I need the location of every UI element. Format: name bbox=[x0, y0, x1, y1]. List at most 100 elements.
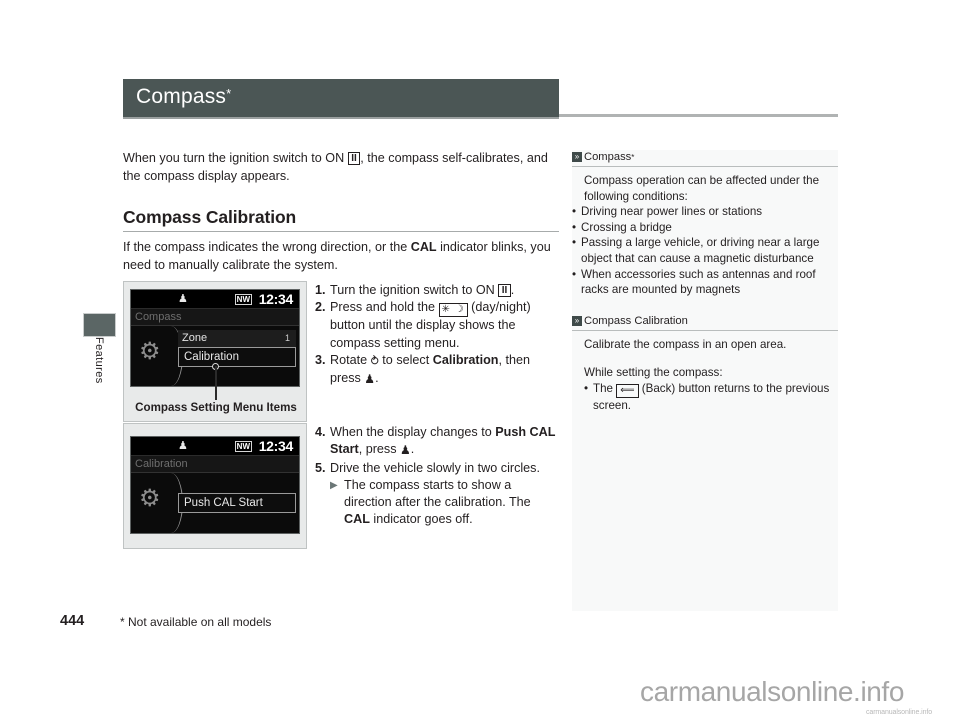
chevron-double-right-icon: » bbox=[572, 315, 582, 326]
sidebar-heading-rule bbox=[572, 329, 838, 331]
step-text: When the display changes to Push CAL Sta… bbox=[330, 424, 559, 460]
step-number: 5. bbox=[315, 460, 326, 475]
steps-list-part-2: 4. When the display changes to Push CAL S… bbox=[315, 424, 559, 529]
figure-caption: Compass Setting Menu Items bbox=[135, 401, 297, 414]
triangle-right-icon: ▶ bbox=[330, 479, 338, 491]
press-selector-knob-icon: ♟ bbox=[364, 372, 376, 387]
list-item-label: When accessories such as antennas and ro… bbox=[581, 267, 816, 297]
watermark: carmanualsonline.info bbox=[640, 676, 904, 707]
device-screen-title-1: Compass bbox=[131, 309, 299, 326]
device-screen-title-2: Calibration bbox=[131, 456, 299, 473]
instruction-substep: ▶ The compass starts to show a direction … bbox=[330, 477, 559, 529]
clock-display-1: 12:34 bbox=[258, 291, 294, 307]
press-selector-knob-icon: ♟ bbox=[400, 443, 411, 458]
list-item-label: Passing a large vehicle, or driving near… bbox=[581, 236, 820, 265]
text-run: When the display changes to bbox=[330, 425, 496, 439]
menu-row-selected[interactable]: Push CAL Start bbox=[178, 493, 296, 513]
page-number: 444 bbox=[60, 613, 85, 629]
text-run: indicator goes off. bbox=[369, 512, 473, 527]
sidebar-intro-compass: Compass operation can be affected under … bbox=[584, 174, 820, 203]
list-item-content: The ⟸ (Back) button returns to the previ… bbox=[593, 381, 838, 414]
bullet-glyph: • bbox=[572, 236, 577, 250]
text-run: . bbox=[375, 371, 379, 386]
figure-caption-area-1: Compass Setting Menu Items bbox=[124, 363, 306, 421]
menu-row[interactable]: Zone 1 bbox=[178, 330, 296, 347]
text-run: , press bbox=[358, 442, 400, 457]
emphasis-text: Calibration bbox=[432, 352, 499, 367]
figure-top-padding bbox=[124, 424, 306, 436]
sidebar-heading-star: * bbox=[631, 152, 635, 162]
text-run: Turn the ignition switch to ON bbox=[330, 283, 499, 297]
figure-top-padding bbox=[124, 282, 306, 289]
device-screen-2: ♟ NW 12:34 Calibration ⚙ Push CAL Start bbox=[130, 436, 300, 534]
instruction-step: 1. Turn the ignition switch to ON II. bbox=[315, 282, 559, 299]
sidebar-heading-text: Compass Calibration bbox=[584, 314, 688, 327]
list-item: • The ⟸ (Back) button returns to the pre… bbox=[584, 381, 838, 414]
reference-sidebar: » Compass * Compass operation can be affe… bbox=[572, 150, 838, 611]
bullet-glyph: • bbox=[572, 220, 577, 234]
compass-direction-badge-2: NW bbox=[234, 441, 252, 452]
watermark-small: carmanualsonline.info bbox=[866, 709, 932, 716]
device-screen-body-2: ⚙ Push CAL Start bbox=[131, 473, 299, 533]
section-tab-label: Features bbox=[93, 337, 105, 384]
section-heading: Compass Calibration bbox=[123, 207, 297, 227]
menu-row-label: Calibration bbox=[184, 351, 239, 363]
header-underline bbox=[123, 117, 559, 119]
rotate-selector-knob-icon: ⥁ bbox=[370, 353, 379, 368]
section-tab-marker bbox=[83, 313, 116, 337]
sidebar-heading-compass: » Compass * bbox=[572, 150, 838, 165]
substep-text: The compass starts to show a direction a… bbox=[344, 477, 559, 529]
main-content-column: When you turn the ignition switch to ON … bbox=[123, 150, 559, 578]
sidebar-heading-text: Compass bbox=[584, 151, 632, 163]
text-run: The compass starts to show a direction a… bbox=[344, 477, 531, 510]
section-intro-part-1: If the compass indicates the wrong direc… bbox=[123, 240, 411, 254]
device-status-bar-1: ♟ NW 12:34 bbox=[131, 290, 299, 309]
text-run: to select bbox=[378, 352, 433, 367]
page-footnote: * Not available on all models bbox=[120, 615, 272, 629]
emphasis-text: CAL bbox=[344, 512, 370, 527]
figure-bottom-padding bbox=[124, 534, 306, 548]
header-side-rule bbox=[559, 114, 838, 117]
sidebar-heading-compass-calibration: » Compass Calibration bbox=[572, 314, 838, 329]
key-icon: ♟ bbox=[178, 440, 188, 452]
sidebar-intro-calibration: Calibrate the compass in an open area. bbox=[584, 337, 787, 351]
menu-row-selected[interactable]: Calibration bbox=[178, 347, 296, 367]
menu-row-label: Push CAL Start bbox=[184, 497, 263, 509]
back-button-icon: ⟸ bbox=[616, 383, 639, 398]
back-bullet-pre: The bbox=[593, 381, 617, 395]
text-run: Drive the vehicle slowly in two circles. bbox=[330, 460, 540, 475]
sidebar-subintro-calibration: While setting the compass: bbox=[584, 366, 723, 380]
list-item: • Crossing a bridge bbox=[572, 220, 838, 236]
page-title-footnote-star: * bbox=[226, 86, 232, 101]
clock-display-2: 12:34 bbox=[258, 438, 294, 454]
sidebar-block-compass: » Compass * Compass operation can be affe… bbox=[572, 150, 838, 298]
step-text: Turn the ignition switch to ON II. bbox=[330, 282, 559, 299]
step-number: 1. bbox=[315, 283, 326, 297]
step-number: 2. bbox=[315, 300, 326, 315]
bullet-glyph: • bbox=[572, 205, 577, 219]
text-run: . bbox=[510, 283, 515, 297]
callout-leader-line bbox=[215, 366, 217, 400]
text-run: Rotate bbox=[330, 352, 371, 367]
page-title: Compass* bbox=[136, 85, 231, 109]
intro-paragraph: When you turn the ignition switch to ON … bbox=[123, 150, 555, 185]
text-run: Press and hold the bbox=[330, 300, 439, 315]
instruction-step: 4. When the display changes to Push CAL S… bbox=[315, 424, 559, 460]
sidebar-heading-rule bbox=[572, 166, 838, 167]
menu-row-label: Zone bbox=[182, 332, 208, 344]
list-item: • Passing a large vehicle, or driving nea… bbox=[572, 235, 838, 266]
key-icon: ♟ bbox=[178, 293, 188, 305]
steps-list-part-1: 1. Turn the ignition switch to ON II. 2. Pr… bbox=[315, 282, 559, 388]
step-text: Press and hold the ✳ ☽ (day/night) butto… bbox=[330, 299, 559, 352]
step-text: Drive the vehicle slowly in two circles. bbox=[330, 460, 559, 477]
intro-text-part-1: When you turn the ignition switch to ON bbox=[123, 151, 348, 165]
day-night-button-icon: ✳ ☽ bbox=[438, 303, 468, 318]
bullet-glyph: • bbox=[572, 267, 577, 281]
section-heading-rule bbox=[123, 231, 559, 232]
sidebar-bullet-list-compass: • Driving near power lines or stations • Cr… bbox=[572, 204, 838, 298]
instruction-step: 5. Drive the vehicle slowly in two circle… bbox=[315, 460, 559, 477]
sidebar-block-compass-calibration: » Compass Calibration Calibrate the comp… bbox=[572, 314, 838, 414]
ignition-on-icon: II bbox=[498, 284, 511, 297]
cal-indicator-label: CAL bbox=[410, 240, 437, 254]
